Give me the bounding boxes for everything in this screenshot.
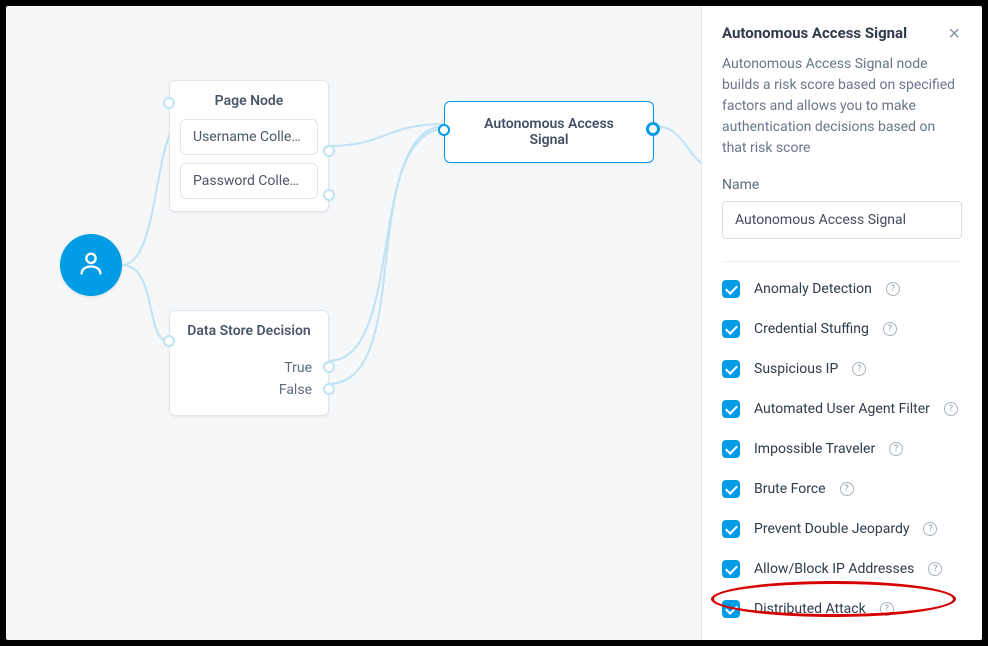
checkbox-checked-icon[interactable] (722, 600, 740, 618)
option-label: Prevent Double Jeopardy (754, 521, 909, 537)
target-node-title: Autonomous Access Signal (445, 102, 653, 162)
slot-username-collector[interactable]: Username Colle… (180, 119, 318, 155)
slot-password-collector[interactable]: Password Collec… (180, 163, 318, 199)
help-icon[interactable] (923, 522, 937, 536)
help-icon[interactable] (880, 602, 894, 616)
help-icon[interactable] (886, 282, 900, 296)
name-label: Name (722, 177, 962, 193)
page-node-title: Page Node (170, 81, 328, 119)
checkbox-checked-icon[interactable] (722, 440, 740, 458)
help-icon[interactable] (944, 402, 958, 416)
port-in[interactable] (438, 124, 450, 136)
port-out-username[interactable] (323, 145, 335, 157)
port-out[interactable] (646, 122, 660, 136)
node-properties-panel: Autonomous Access Signal × Autonomous Ac… (701, 6, 982, 640)
outcome-false: False (186, 379, 312, 401)
help-icon[interactable] (889, 442, 903, 456)
option-brute-force[interactable]: Brute Force (722, 480, 962, 498)
autonomous-access-signal-node[interactable]: Autonomous Access Signal (444, 101, 654, 163)
panel-description: Autonomous Access Signal node builds a r… (722, 54, 962, 159)
start-node[interactable] (60, 234, 122, 296)
help-icon[interactable] (852, 362, 866, 376)
checkbox-checked-icon[interactable] (722, 520, 740, 538)
options-list: Anomaly Detection Credential Stuffing Su… (722, 280, 962, 618)
option-label: Brute Force (754, 481, 826, 497)
option-credential-stuffing[interactable]: Credential Stuffing (722, 320, 962, 338)
data-store-title: Data Store Decision (170, 311, 328, 349)
checkbox-checked-icon[interactable] (722, 280, 740, 298)
port-out-password[interactable] (323, 189, 335, 201)
option-label: Anomaly Detection (754, 281, 872, 297)
option-label: Allow/Block IP Addresses (754, 561, 914, 577)
option-label: Distributed Attack (754, 601, 866, 617)
option-allow-block-ip-addresses[interactable]: Allow/Block IP Addresses (722, 560, 962, 578)
person-icon (77, 249, 105, 281)
option-label: Automated User Agent Filter (754, 401, 930, 417)
help-icon[interactable] (883, 322, 897, 336)
option-automated-user-agent-filter[interactable]: Automated User Agent Filter (722, 400, 962, 418)
help-icon[interactable] (928, 562, 942, 576)
data-store-card[interactable]: Data Store Decision True False (169, 310, 329, 416)
option-label: Suspicious IP (754, 361, 838, 377)
option-label: Impossible Traveler (754, 441, 875, 457)
panel-title: Autonomous Access Signal (722, 24, 907, 42)
flow-canvas[interactable]: Page Node Username Colle… Password Colle… (6, 6, 701, 640)
page-node-card[interactable]: Page Node Username Colle… Password Colle… (169, 80, 329, 212)
option-distributed-attack[interactable]: Distributed Attack (722, 600, 962, 618)
close-icon: × (948, 23, 960, 45)
divider (722, 261, 962, 262)
port-out-false[interactable] (323, 383, 335, 395)
port-in[interactable] (163, 97, 175, 109)
outcome-true: True (186, 357, 312, 379)
checkbox-checked-icon[interactable] (722, 360, 740, 378)
help-icon[interactable] (840, 482, 854, 496)
checkbox-checked-icon[interactable] (722, 320, 740, 338)
option-impossible-traveler[interactable]: Impossible Traveler (722, 440, 962, 458)
port-out-true[interactable] (323, 361, 335, 373)
option-anomaly-detection[interactable]: Anomaly Detection (722, 280, 962, 298)
option-suspicious-ip[interactable]: Suspicious IP (722, 360, 962, 378)
checkbox-checked-icon[interactable] (722, 560, 740, 578)
name-field[interactable] (722, 201, 962, 239)
checkbox-checked-icon[interactable] (722, 400, 740, 418)
close-button[interactable]: × (946, 24, 962, 44)
option-label: Credential Stuffing (754, 321, 869, 337)
port-in[interactable] (163, 335, 175, 347)
checkbox-checked-icon[interactable] (722, 480, 740, 498)
option-prevent-double-jeopardy[interactable]: Prevent Double Jeopardy (722, 520, 962, 538)
